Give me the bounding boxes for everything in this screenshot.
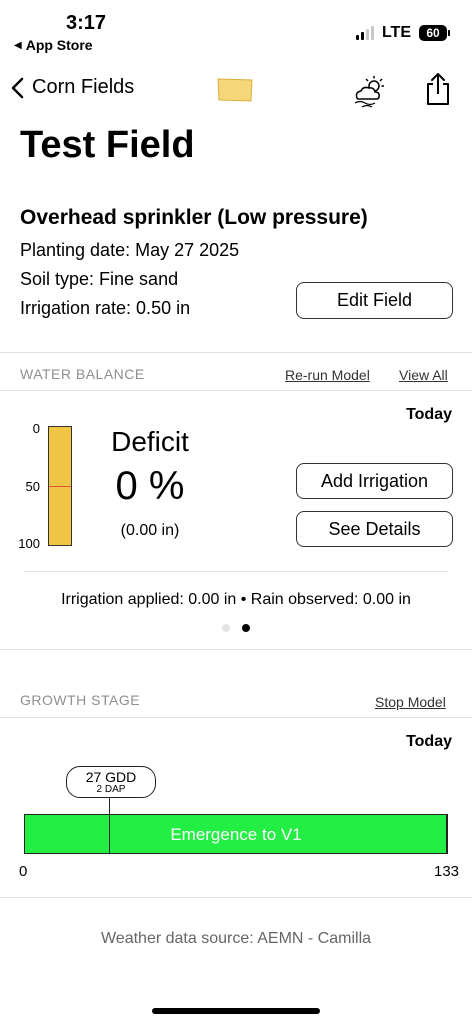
water-summary: Irrigation applied: 0.00 in • Rain obser…: [61, 591, 411, 608]
water-balance-heading: WATER BALANCE: [20, 366, 145, 382]
view-all-link[interactable]: View All: [399, 367, 448, 383]
status-indicators: LTE 60: [355, 24, 450, 42]
edit-field-button[interactable]: Edit Field: [296, 282, 453, 319]
status-time: 3:17: [66, 12, 107, 34]
growth-stage-bar: Emergence to V1: [24, 814, 448, 854]
field-shape-icon[interactable]: [217, 78, 253, 102]
deficit-amount: (0.00 in): [120, 522, 180, 539]
weather-data-source: Weather data source: AEMN - Camilla: [100, 930, 372, 947]
back-to-app-store[interactable]: ◀ App Store: [14, 37, 93, 53]
deficit-status-label: Deficit: [111, 426, 189, 457]
irrigation-type: Overhead sprinkler (Low pressure): [20, 206, 368, 229]
see-details-button[interactable]: See Details: [296, 511, 453, 547]
range-start: 0: [19, 863, 28, 880]
signal-icon: [355, 26, 374, 40]
growth-today-label: Today: [406, 733, 452, 750]
irrigation-rate: Irrigation rate: 0.50 in: [20, 298, 191, 318]
deficit-gauge: [48, 426, 72, 546]
network-type: LTE: [381, 24, 411, 41]
water-today-label: Today: [406, 406, 452, 423]
home-indicator[interactable]: [152, 1008, 320, 1014]
gdd-marker-bubble: 27 GDD 2 DAP: [66, 766, 156, 798]
soil-type: Soil type: Fine sand: [20, 269, 179, 289]
divider: [0, 352, 472, 353]
add-irrigation-button[interactable]: Add Irrigation: [296, 463, 453, 499]
range-end: 133: [434, 863, 460, 880]
page-dot-active[interactable]: [242, 624, 250, 632]
dap-value: 2 DAP: [96, 784, 126, 795]
gauge-label-100: 100: [18, 536, 40, 551]
gauge-label-0: 0: [32, 421, 40, 436]
gdd-value: 27 GDD: [85, 769, 137, 785]
battery-icon: 60: [419, 25, 450, 41]
gauge-label-50: 50: [25, 479, 40, 494]
chevron-left-icon: [11, 77, 24, 98]
gauge-midline: [49, 486, 71, 487]
back-app-label: App Store: [25, 37, 93, 53]
share-icon[interactable]: [424, 72, 452, 106]
page-dot[interactable]: [222, 624, 230, 632]
weather-icon[interactable]: [352, 74, 386, 108]
divider: [0, 897, 472, 898]
page-title: Test Field: [20, 124, 195, 166]
divider: [0, 390, 472, 391]
growth-stage-heading: GROWTH STAGE: [20, 692, 141, 708]
divider: [0, 649, 472, 650]
stop-model-link[interactable]: Stop Model: [375, 694, 446, 710]
back-triangle-icon: ◀: [14, 39, 22, 51]
planting-date: Planting date: May 27 2025: [20, 240, 240, 260]
divider: [0, 717, 472, 718]
battery-level: 60: [419, 25, 447, 41]
deficit-percent: 0 %: [115, 464, 185, 508]
gdd-marker-stem: [109, 798, 110, 814]
growth-stage-label: Emergence to V1: [170, 825, 302, 844]
divider: [24, 571, 448, 572]
nav-back-button[interactable]: Corn Fields: [10, 76, 134, 99]
nav-back-label: Corn Fields: [32, 76, 135, 98]
rerun-model-link[interactable]: Re-run Model: [285, 367, 370, 383]
